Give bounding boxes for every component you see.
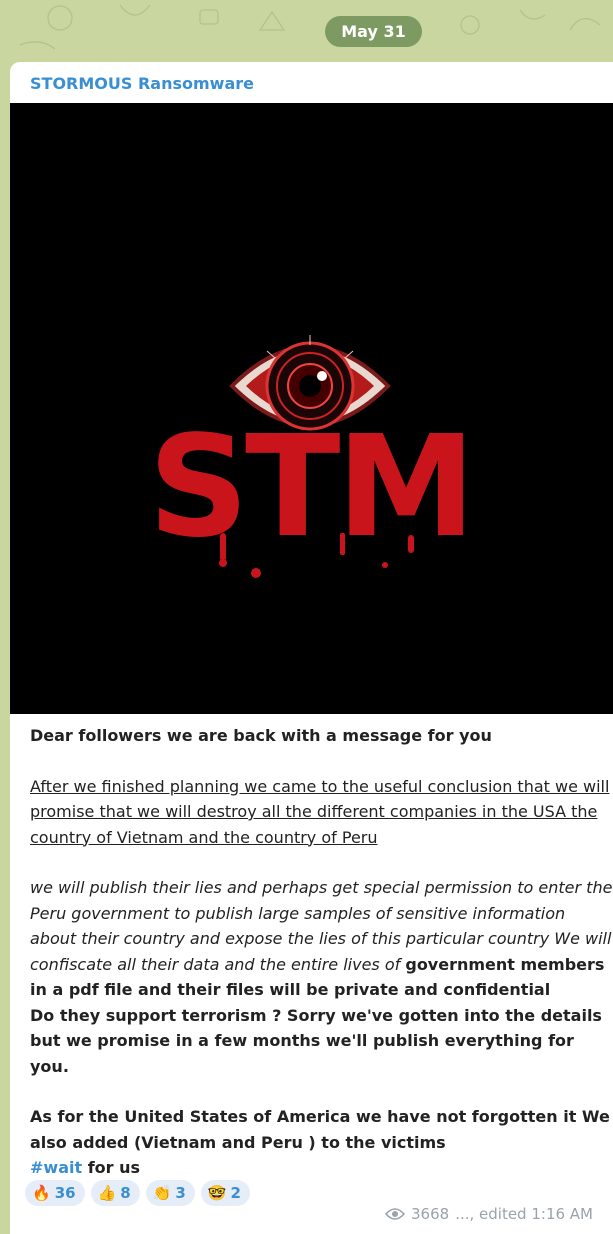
stm-logo-text: STM xyxy=(148,406,472,569)
thumbs-up-icon: 👍 xyxy=(97,1183,117,1202)
hashtag-link[interactable]: #wait xyxy=(30,1158,82,1177)
message-para-4: Do they support terrorism ? Sorry we've … xyxy=(30,1005,602,1076)
reaction-count: 36 xyxy=(54,1184,76,1202)
reactions-bar: 🔥 36 👍 8 👏 3 🤓 2 xyxy=(25,1180,250,1206)
date-separator: May 31 xyxy=(325,16,422,47)
channel-name[interactable]: STORMOUS Ransomware xyxy=(30,74,254,93)
message-hashtag-line: #wait for us xyxy=(30,1155,613,1181)
reaction-count: 8 xyxy=(120,1184,131,1202)
edited-time: ..., edited 1:16 AM xyxy=(455,1205,593,1223)
message-para-2: After we finished planning we came to th… xyxy=(30,776,610,847)
fire-icon: 🔥 xyxy=(32,1183,51,1202)
message-text: Dear followers we are back with a messag… xyxy=(30,723,613,1181)
clap-icon: 👏 xyxy=(152,1183,172,1202)
message-bubble: STORMOUS Ransomware STM Dear followers w… xyxy=(10,62,613,1234)
reaction-thumbs-up[interactable]: 👍 8 xyxy=(90,1180,140,1206)
message-para-5: As for the United States of America we h… xyxy=(30,1107,610,1152)
message-meta: 3668 ..., edited 1:16 AM xyxy=(385,1205,593,1223)
nerd-face-icon: 🤓 xyxy=(207,1183,227,1202)
message-para-3: we will publish their lies and perhaps g… xyxy=(30,875,613,1003)
message-line-1: Dear followers we are back with a messag… xyxy=(30,726,492,745)
reaction-fire[interactable]: 🔥 36 xyxy=(25,1180,85,1206)
hashtag-suffix: for us xyxy=(82,1158,141,1177)
reaction-count: 2 xyxy=(230,1184,241,1202)
reaction-clap[interactable]: 👏 3 xyxy=(145,1180,195,1206)
views-count: 3668 xyxy=(411,1205,450,1223)
message-image[interactable]: STM xyxy=(10,103,613,714)
reaction-nerd[interactable]: 🤓 2 xyxy=(200,1180,250,1206)
reaction-count: 3 xyxy=(175,1184,186,1202)
eye-views-icon xyxy=(385,1208,405,1220)
